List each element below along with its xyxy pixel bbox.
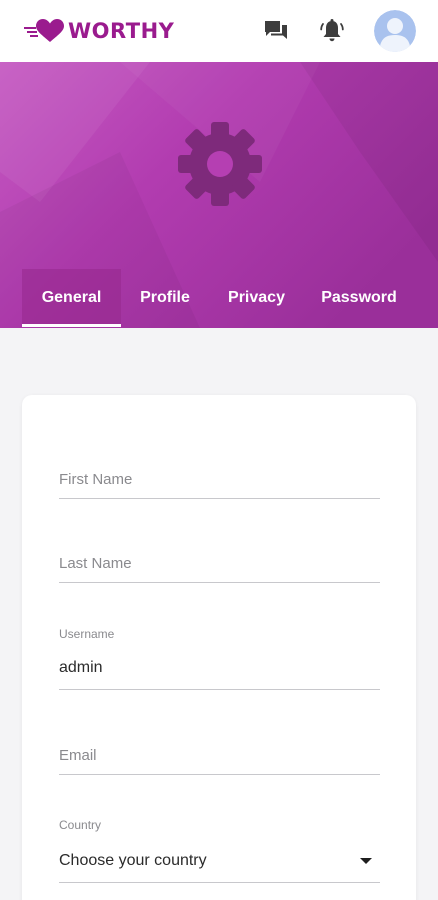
first-name-placeholder: First Name bbox=[59, 471, 133, 488]
last-name-placeholder: Last Name bbox=[59, 555, 132, 572]
username-field[interactable]: Username admin bbox=[59, 627, 380, 690]
username-label: Username bbox=[59, 627, 115, 641]
country-select[interactable]: Country Choose your country bbox=[59, 818, 380, 883]
settings-tabs: General Profile Privacy Password bbox=[22, 269, 414, 327]
brand-logo[interactable]: WORTHY bbox=[24, 18, 174, 44]
general-settings-form: First Name Last Name Username admin Emai… bbox=[22, 395, 416, 900]
last-name-field[interactable]: Last Name bbox=[59, 534, 380, 583]
dropdown-caret-icon bbox=[360, 858, 372, 864]
tab-profile[interactable]: Profile bbox=[121, 269, 209, 327]
tab-general[interactable]: General bbox=[22, 269, 121, 327]
brand-name: WORTHY bbox=[68, 19, 175, 43]
first-name-field[interactable]: First Name bbox=[59, 450, 380, 499]
chat-icon[interactable] bbox=[262, 17, 290, 45]
email-field[interactable]: Email bbox=[59, 726, 380, 775]
username-value: admin bbox=[59, 659, 103, 676]
country-value: Choose your country bbox=[59, 852, 207, 869]
tab-password[interactable]: Password bbox=[304, 269, 414, 327]
email-placeholder: Email bbox=[59, 747, 97, 764]
country-label: Country bbox=[59, 818, 102, 832]
bell-icon[interactable] bbox=[318, 17, 346, 45]
settings-hero-banner: General Profile Privacy Password bbox=[0, 62, 438, 328]
gear-icon bbox=[172, 116, 268, 212]
heart-logo-icon bbox=[24, 18, 64, 44]
tab-privacy[interactable]: Privacy bbox=[209, 269, 304, 327]
top-bar: WORTHY bbox=[0, 0, 438, 62]
avatar[interactable] bbox=[374, 10, 416, 52]
